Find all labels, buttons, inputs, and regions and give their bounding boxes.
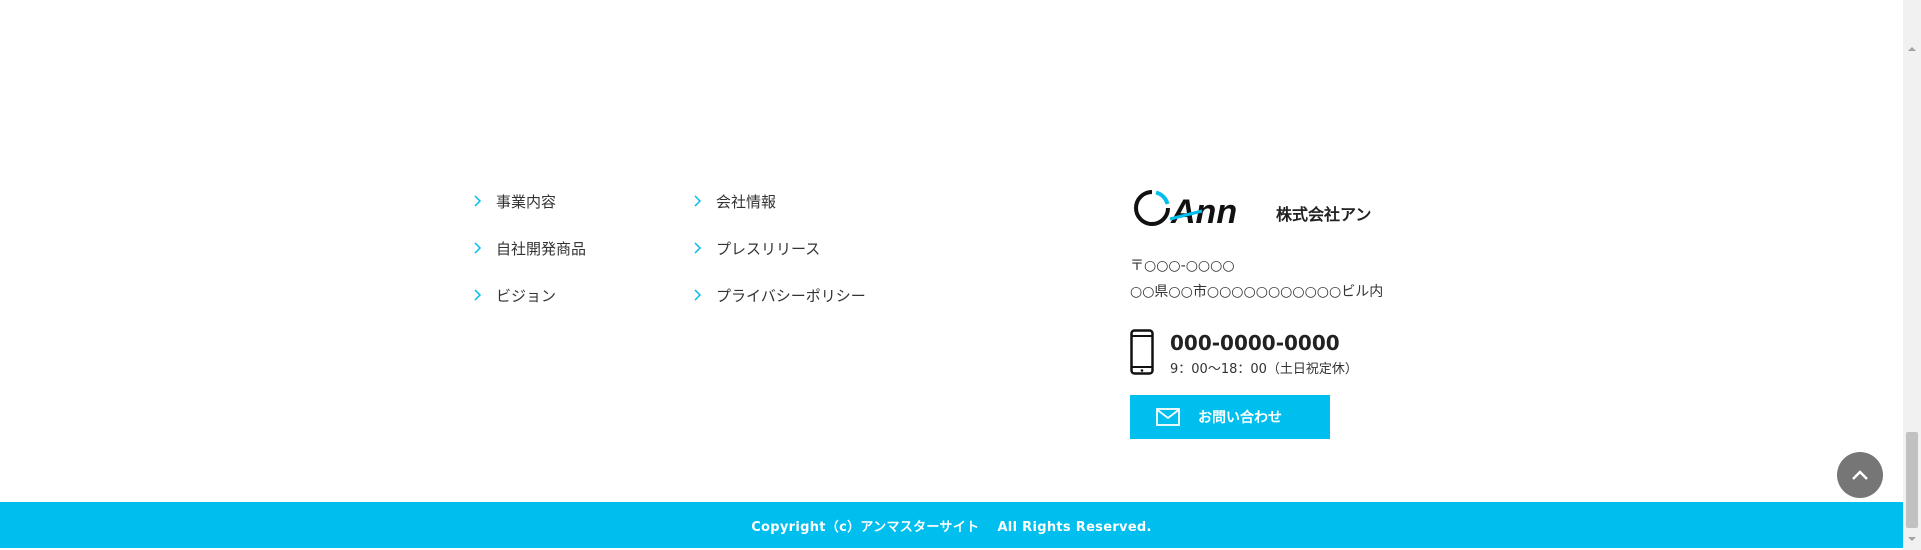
company-name: 株式会社アン	[1276, 205, 1372, 224]
footer-link-vision[interactable]: ビジョン	[470, 284, 586, 306]
chevron-right-icon	[694, 289, 702, 301]
address: ○○県○○市○○○○○○○○○○○ビル内	[1130, 284, 1384, 300]
footer-page: 事業内容 自社開発商品 ビジョン 会社情報 プレスリリース プライバシーポリシー	[0, 0, 1903, 550]
footer-link-label: 自社開発商品	[496, 239, 587, 258]
footer-link-label: 事業内容	[496, 192, 557, 211]
chevron-right-icon	[474, 289, 482, 301]
footer-link-business[interactable]: 事業内容	[470, 190, 586, 212]
contact-button[interactable]: お問い合わせ	[1130, 395, 1330, 439]
postal-code: 〒○○○-○○○○	[1130, 258, 1235, 274]
chevron-right-icon	[474, 242, 482, 254]
contact-button-label: お問い合わせ	[1198, 410, 1282, 426]
company-logo[interactable]: Ann	[1130, 185, 1250, 231]
logo-wordmark: Ann	[1170, 193, 1237, 231]
back-to-top-button[interactable]	[1837, 452, 1883, 498]
copyright-text: Copyright（c）アンマスターサイト All Rights Reserve…	[751, 519, 1152, 535]
mail-icon	[1156, 408, 1180, 426]
footer-link-products[interactable]: 自社開発商品	[470, 237, 586, 259]
chevron-right-icon	[474, 195, 482, 207]
chevron-up-icon	[1852, 470, 1868, 480]
phone-info: 000-0000-0000 9：00〜18：00（土日祝定休）	[1130, 329, 1510, 377]
business-hours: 9：00〜18：00（土日祝定休）	[1170, 362, 1358, 377]
footer-link-label: プライバシーポリシー	[716, 286, 866, 305]
footer-nav-column-2: 会社情報 プレスリリース プライバシーポリシー	[690, 190, 866, 331]
footer-link-label: プレスリリース	[716, 239, 821, 258]
footer-link-company-info[interactable]: 会社情報	[690, 190, 866, 212]
scrollbar-thumb[interactable]	[1906, 432, 1918, 528]
company-info: Ann 株式会社アン 〒○○○-○○○○ ○○県○○市○○○○○○○○○○○ビル…	[1130, 183, 1510, 439]
footer-link-label: 会社情報	[716, 192, 777, 211]
page-scrollbar[interactable]	[1903, 0, 1921, 550]
phone-text: 000-0000-0000 9：00〜18：00（土日祝定休）	[1170, 329, 1358, 377]
phone-number[interactable]: 000-0000-0000	[1170, 332, 1358, 354]
footer-link-press-release[interactable]: プレスリリース	[690, 237, 866, 259]
copyright-bar: Copyright（c）アンマスターサイト All Rights Reserve…	[0, 502, 1903, 548]
brand: Ann 株式会社アン	[1130, 183, 1510, 233]
footer-link-label: ビジョン	[496, 286, 557, 305]
chevron-right-icon	[694, 242, 702, 254]
chevron-right-icon	[694, 195, 702, 207]
scroll-down-arrow-icon[interactable]	[1903, 532, 1921, 546]
smartphone-icon	[1130, 329, 1154, 375]
scroll-up-arrow-icon[interactable]	[1903, 42, 1921, 56]
footer-link-privacy-policy[interactable]: プライバシーポリシー	[690, 284, 866, 306]
footer-nav-column-1: 事業内容 自社開発商品 ビジョン	[470, 190, 586, 331]
